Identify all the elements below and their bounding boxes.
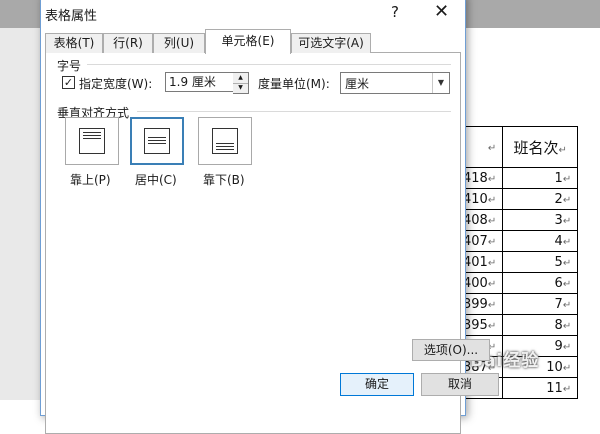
- ok-button[interactable]: 确定: [340, 373, 414, 396]
- score-cell[interactable]: 418↵: [461, 167, 504, 189]
- section-divider: [137, 111, 451, 112]
- rank-header: 班名次: [513, 138, 559, 157]
- score-cell[interactable]: 408↵: [461, 209, 504, 231]
- specify-width-checkbox[interactable]: ✓: [62, 76, 75, 89]
- rank-cell[interactable]: 1↵: [502, 167, 579, 189]
- rank-cell[interactable]: 8↵: [502, 314, 579, 336]
- rank-cell[interactable]: 4↵: [502, 230, 579, 252]
- score-cell[interactable]: 400↵: [461, 272, 504, 294]
- close-icon[interactable]: ✕: [434, 1, 449, 22]
- valign-center-button[interactable]: [130, 117, 184, 165]
- size-section-heading: 字号: [57, 59, 82, 73]
- tab-row[interactable]: 行(R): [103, 33, 153, 53]
- page-margin: [0, 28, 42, 400]
- tab-cell[interactable]: 单元格(E): [205, 29, 291, 54]
- valign-bottom-button[interactable]: [198, 117, 252, 165]
- rank-cell[interactable]: 7↵: [502, 293, 579, 315]
- table-row: 410↵ 2↵: [461, 188, 579, 210]
- table-header-cell[interactable]: 班名次↵: [502, 126, 579, 168]
- rank-cell[interactable]: 5↵: [502, 251, 579, 273]
- table-cell[interactable]: ↵: [461, 126, 504, 168]
- table-properties-dialog: 表格属性 ? ✕ 表格(T) 行(R) 列(U) 单元格(E) 可选文字(A) …: [40, 0, 499, 434]
- section-divider: [87, 64, 451, 65]
- spin-down-icon[interactable]: ▼: [233, 83, 248, 93]
- measure-unit-select[interactable]: 厘米 ▼: [340, 72, 450, 94]
- score-cell[interactable]: 399↵: [461, 293, 504, 315]
- width-spinner[interactable]: ▲ ▼: [233, 72, 249, 94]
- rank-cell[interactable]: 2↵: [502, 188, 579, 210]
- rank-cell[interactable]: 3↵: [502, 209, 579, 231]
- valign-bottom-label: 靠下(B): [203, 173, 245, 187]
- table-row: 401↵ 5↵: [461, 251, 579, 273]
- table-row: 395↵ 8↵: [461, 314, 579, 336]
- valign-top-button[interactable]: [65, 117, 119, 165]
- chevron-down-icon[interactable]: ▼: [432, 73, 449, 93]
- help-button[interactable]: ?: [391, 3, 399, 21]
- score-cell[interactable]: 395↵: [461, 314, 504, 336]
- measure-unit-value: 厘米: [345, 77, 370, 91]
- table-header-row: ↵ 班名次↵: [461, 126, 579, 168]
- table-row: 400↵ 6↵: [461, 272, 579, 294]
- measure-unit-label: 度量单位(M):: [258, 77, 330, 91]
- align-bottom-icon: [212, 128, 238, 154]
- tab-strip: 表格(T) 行(R) 列(U) 单元格(E) 可选文字(A): [45, 29, 465, 54]
- rank-cell[interactable]: 11↵: [502, 377, 579, 399]
- valign-top-label: 靠上(P): [70, 173, 111, 187]
- cancel-button[interactable]: 取消: [421, 373, 499, 396]
- dialog-title: 表格属性: [45, 9, 98, 24]
- table-row: 408↵ 3↵: [461, 209, 579, 231]
- tab-alt-text[interactable]: 可选文字(A): [291, 33, 371, 53]
- width-input[interactable]: 1.9 厘米: [165, 72, 238, 92]
- table-row: 418↵ 1↵: [461, 167, 579, 189]
- score-cell[interactable]: 401↵: [461, 251, 504, 273]
- valign-center-label: 居中(C): [135, 173, 177, 187]
- tab-column[interactable]: 列(U): [153, 33, 205, 53]
- table-row: 407↵ 4↵: [461, 230, 579, 252]
- score-cell[interactable]: 407↵: [461, 230, 504, 252]
- rank-cell[interactable]: 6↵: [502, 272, 579, 294]
- score-cell[interactable]: 410↵: [461, 188, 504, 210]
- align-center-icon: [144, 128, 170, 154]
- specify-width-label: 指定宽度(W):: [79, 77, 153, 91]
- options-button[interactable]: 选项(O)...: [412, 339, 490, 361]
- tab-table[interactable]: 表格(T): [45, 33, 103, 53]
- dialog-title-bar[interactable]: 表格属性 ? ✕: [41, 0, 465, 31]
- align-top-icon: [79, 128, 105, 154]
- table-row: 399↵ 7↵: [461, 293, 579, 315]
